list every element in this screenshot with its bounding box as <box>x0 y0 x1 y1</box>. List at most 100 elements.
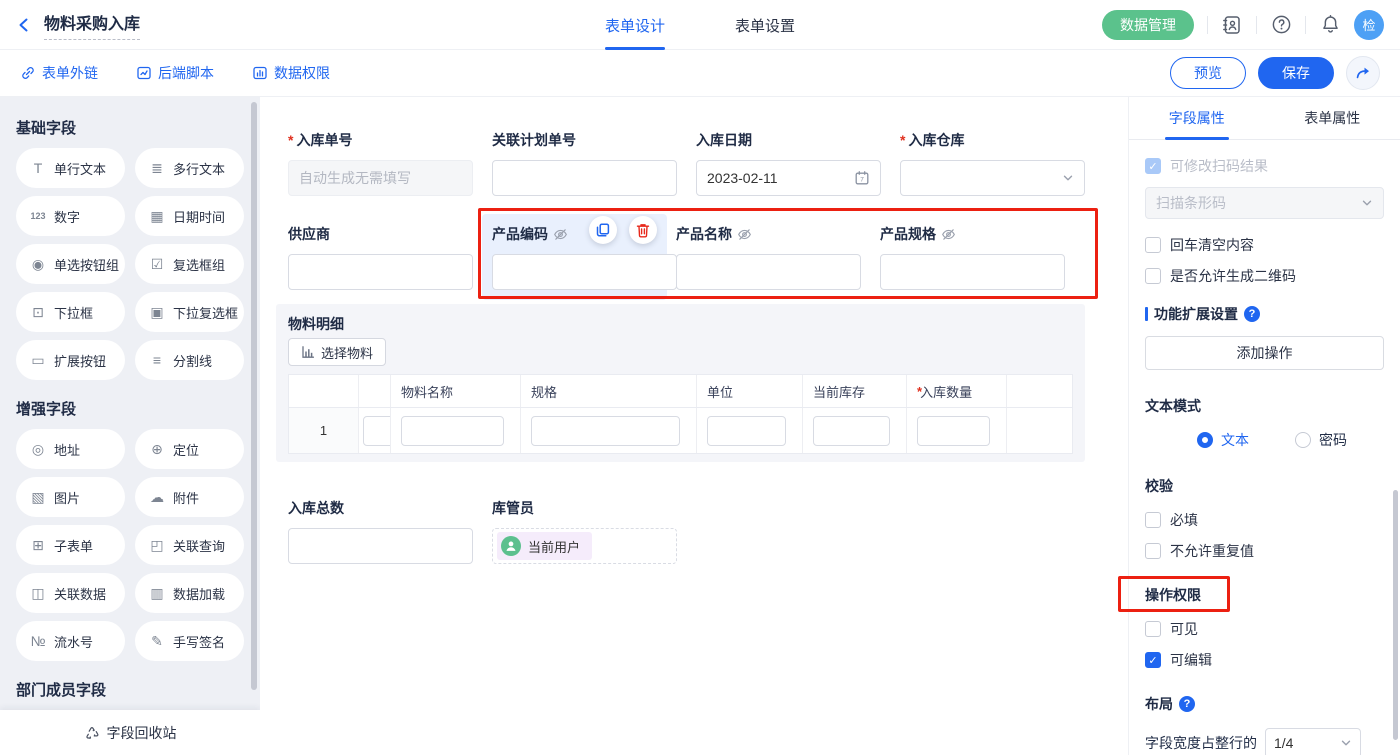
product-spec-input[interactable] <box>880 254 1065 290</box>
page-title[interactable]: 物料采购入库 <box>44 10 140 40</box>
checkbox-enter-clear[interactable]: 回车清空内容 <box>1145 235 1384 255</box>
field-label: 流水号 <box>54 632 93 651</box>
form-designer-page: 物料采购入库 表单设计 表单设置 数据管理 检 表单外链 后端脚本 数据权限 预… <box>0 0 1400 755</box>
share-button[interactable] <box>1346 56 1380 90</box>
field-item-datetime[interactable]: ▦日期时间 <box>135 196 244 236</box>
inbound-no-input[interactable] <box>288 160 473 196</box>
checkbox-editable[interactable]: ✓ 可编辑 <box>1145 650 1384 670</box>
sidebar-scrollbar[interactable] <box>251 102 257 690</box>
field-label: 下拉框 <box>54 303 93 322</box>
material-detail-subform[interactable]: 物料明细 选择物料 物料名称 规格 单位 当前库存 *入库数量 1 <box>276 304 1085 462</box>
tab-field-properties[interactable]: 字段属性 <box>1129 97 1265 139</box>
unit-input[interactable] <box>707 416 786 446</box>
current-user-tag[interactable]: 当前用户 <box>497 532 592 560</box>
field-label: 地址 <box>54 440 80 459</box>
eye-off-icon <box>553 227 568 242</box>
help-icon[interactable]: ? <box>1244 306 1260 322</box>
save-button[interactable]: 保存 <box>1258 57 1334 89</box>
field-item-divider[interactable]: ≡分割线 <box>135 340 244 380</box>
tab-form-settings[interactable]: 表单设置 <box>735 0 795 50</box>
tab-form-design[interactable]: 表单设计 <box>605 0 665 50</box>
field-width-select[interactable]: 1/4 <box>1265 728 1361 755</box>
divider <box>1256 16 1257 34</box>
preview-button[interactable]: 预览 <box>1170 57 1246 89</box>
warehouse-select[interactable] <box>900 160 1085 196</box>
avatar[interactable]: 检 <box>1354 10 1384 40</box>
field-item-select[interactable]: ⊡下拉框 <box>16 292 125 332</box>
supplier-input[interactable] <box>288 254 473 290</box>
location-icon: ⊕ <box>148 441 166 458</box>
form-toolbar: 表单外链 后端脚本 数据权限 预览 保存 <box>0 50 1400 97</box>
field-inbound-no[interactable]: *入库单号 <box>288 130 473 196</box>
help-icon[interactable]: ? <box>1179 696 1195 712</box>
field-item-extend-button[interactable]: ▭扩展按钮 <box>16 340 125 380</box>
spec-input[interactable] <box>531 416 680 446</box>
field-library-sidebar: 基础字段 T单行文本 ≣多行文本 123数字 ▦日期时间 ◉单选按钮组 ☑复选框… <box>0 97 260 755</box>
panel-scrollbar[interactable] <box>1393 490 1398 740</box>
plan-no-input[interactable] <box>492 160 677 196</box>
field-item-serial-number[interactable]: №流水号 <box>16 621 125 661</box>
field-item-subform[interactable]: ⊞子表单 <box>16 525 125 565</box>
field-product-spec[interactable]: 产品规格 <box>880 224 1065 290</box>
backend-script-link[interactable]: 后端脚本 <box>136 63 214 83</box>
field-item-lookup-query[interactable]: ◰关联查询 <box>135 525 244 565</box>
field-label: 单行文本 <box>54 159 106 178</box>
attachment-icon: ☁ <box>148 489 166 506</box>
field-item-multi-line-text[interactable]: ≣多行文本 <box>135 148 244 188</box>
field-label: 图片 <box>54 488 80 507</box>
layout-section: 布局 ? <box>1145 694 1384 714</box>
form-external-link[interactable]: 表单外链 <box>20 63 98 83</box>
inbound-qty-input[interactable] <box>917 416 990 446</box>
field-item-attachment[interactable]: ☁附件 <box>135 477 244 517</box>
back-button[interactable] <box>16 17 32 33</box>
field-item-radio-group[interactable]: ◉单选按钮组 <box>16 244 125 284</box>
field-item-signature[interactable]: ✎手写签名 <box>135 621 244 661</box>
help-icon[interactable] <box>1270 14 1292 36</box>
field-total-qty[interactable]: 入库总数 <box>288 498 473 564</box>
field-product-name[interactable]: 产品名称 <box>676 224 861 290</box>
field-item-related-data[interactable]: ◫关联数据 <box>16 573 125 613</box>
trash-icon <box>635 222 651 238</box>
field-warehouse[interactable]: *入库仓库 <box>900 130 1085 196</box>
field-item-image[interactable]: ▧图片 <box>16 477 125 517</box>
tab-form-properties[interactable]: 表单属性 <box>1265 97 1400 139</box>
material-name-input[interactable] <box>401 416 504 446</box>
current-stock-input[interactable] <box>813 416 890 446</box>
field-recycle-bin[interactable]: 字段回收站 <box>0 710 260 755</box>
field-item-single-line-text[interactable]: T单行文本 <box>16 148 125 188</box>
scan-type-select[interactable]: 扫描条形码 <box>1145 187 1384 219</box>
radio-password[interactable]: 密码 <box>1295 430 1347 450</box>
field-inbound-date[interactable]: 入库日期 2023-02-11 <box>696 130 881 196</box>
field-plan-no[interactable]: 关联计划单号 <box>492 130 677 196</box>
add-action-button[interactable]: 添加操作 <box>1145 336 1384 370</box>
checkbox-allow-qrcode[interactable]: 是否允许生成二维码 <box>1145 266 1384 286</box>
field-supplier[interactable]: 供应商 <box>288 224 473 290</box>
contacts-book-icon[interactable] <box>1221 14 1243 36</box>
copy-field-button[interactable] <box>589 216 617 244</box>
delete-field-button[interactable] <box>629 216 657 244</box>
keeper-member-box[interactable]: 当前用户 <box>492 528 677 564</box>
field-item-address[interactable]: ◎地址 <box>16 429 125 469</box>
field-product-code-selected[interactable]: 产品编码 <box>482 214 667 300</box>
notification-bell-icon[interactable] <box>1319 14 1341 36</box>
checkbox-editable-scan-result[interactable]: ✓ 可修改扫码结果 <box>1145 156 1384 176</box>
field-warehouse-keeper[interactable]: 库管员 当前用户 <box>492 498 677 564</box>
checkbox-required[interactable]: 必填 <box>1145 510 1384 530</box>
data-permission-link[interactable]: 数据权限 <box>252 63 330 83</box>
select-material-button[interactable]: 选择物料 <box>288 338 386 366</box>
field-item-location[interactable]: ⊕定位 <box>135 429 244 469</box>
radio-text[interactable]: 文本 <box>1197 430 1249 450</box>
inbound-date-input[interactable]: 2023-02-11 <box>696 160 881 196</box>
total-qty-input[interactable] <box>288 528 473 564</box>
checkbox-visible[interactable]: 可见 <box>1145 619 1384 639</box>
data-manage-button[interactable]: 数据管理 <box>1102 10 1194 40</box>
product-code-input[interactable] <box>492 254 677 290</box>
field-item-checkbox-group[interactable]: ☑复选框组 <box>135 244 244 284</box>
text-mode-options: 文本 密码 <box>1145 430 1384 450</box>
field-item-number[interactable]: 123数字 <box>16 196 125 236</box>
field-item-data-load[interactable]: ▥数据加载 <box>135 573 244 613</box>
checkbox-no-duplicate[interactable]: 不允许重复值 <box>1145 541 1384 561</box>
field-item-multi-select[interactable]: ▣下拉复选框 <box>135 292 244 332</box>
clipped-input[interactable] <box>363 416 391 446</box>
product-name-input[interactable] <box>676 254 861 290</box>
